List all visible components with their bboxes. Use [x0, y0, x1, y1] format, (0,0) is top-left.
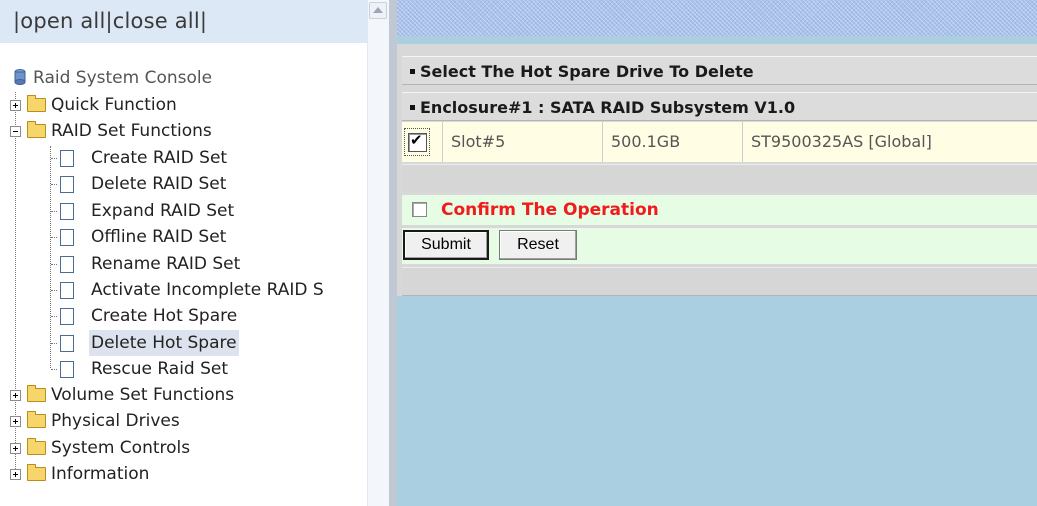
expand-icon[interactable]: [10, 469, 21, 480]
page-icon: [60, 229, 74, 246]
page-icon: [60, 256, 74, 273]
folder-icon: [27, 438, 46, 455]
tree-item-label: RAID Set Functions: [51, 121, 212, 141]
tree-item-label: Information: [51, 464, 150, 484]
tree-item-offline-raid-set[interactable]: Offline RAID Set: [0, 224, 365, 250]
footer-row: [402, 267, 1037, 296]
expand-icon[interactable]: [10, 390, 21, 401]
tree-item-label: System Controls: [51, 438, 191, 458]
raid-console-icon: [14, 69, 26, 85]
tree-item-delete-raid-set[interactable]: Delete RAID Set: [0, 171, 365, 197]
tree-item-label: Offline RAID Set: [91, 227, 227, 247]
tree-item-label: Expand RAID Set: [91, 201, 235, 221]
page-icon: [60, 176, 74, 193]
folder-icon: [27, 95, 46, 112]
section-header-select-drive: Select The Hot Spare Drive To Delete: [402, 56, 1037, 85]
page-icon: [60, 203, 74, 220]
tree-item-label: Volume Set Functions: [51, 385, 235, 405]
bullet-icon: [410, 105, 415, 110]
tree-scrollbar[interactable]: [367, 0, 390, 506]
section-header-enclosure: Enclosure#1 : SATA RAID Subsystem V1.0: [402, 92, 1037, 121]
page-icon: [60, 335, 74, 352]
bullet-icon: [410, 69, 415, 74]
page-icon: [60, 308, 74, 325]
tree-item-label: Activate Incomplete RAID S: [91, 280, 324, 300]
drive-slot: Slot#5: [442, 122, 602, 162]
enclosure-title: Enclosure#1 : SATA RAID Subsystem V1.0: [420, 98, 796, 117]
folder-icon: [27, 385, 46, 402]
confirm-label[interactable]: Confirm The Operation: [441, 200, 659, 220]
tree-item-information[interactable]: Information: [0, 461, 360, 487]
button-row: [402, 228, 1037, 264]
tree-item-label: Rescue Raid Set: [91, 359, 229, 379]
tree-item-raid-set-functions[interactable]: RAID Set Functions: [0, 118, 360, 144]
section-title: Select The Hot Spare Drive To Delete: [420, 62, 754, 81]
tree-item-label: Rename RAID Set: [91, 254, 241, 274]
page-icon: [60, 282, 74, 299]
tree-item-activate-incomplete-raid-set[interactable]: Activate Incomplete RAID S: [0, 277, 365, 303]
tree-item-delete-hot-spare[interactable]: Delete Hot Spare: [0, 330, 365, 356]
open-close-all-links[interactable]: |open all|close all|: [13, 9, 207, 33]
tree-item-label: Create RAID Set: [91, 148, 228, 168]
tree-item-quick-function[interactable]: Quick Function: [0, 92, 360, 118]
reset-button[interactable]: Reset: [499, 230, 577, 260]
tree-root-label: Raid System Console: [33, 68, 213, 88]
page-icon: [60, 150, 74, 167]
content-top-banner: [389, 0, 1037, 36]
frame-splitter[interactable]: [389, 0, 397, 506]
spacer-row: [402, 164, 1037, 192]
drive-capacity: 500.1GB: [602, 122, 742, 162]
expand-icon[interactable]: [10, 416, 21, 427]
tree-item-label: Create Hot Spare: [91, 306, 238, 326]
tree-item-create-raid-set[interactable]: Create RAID Set: [0, 145, 365, 171]
folder-icon: [27, 411, 46, 428]
tree-item-rescue-raid-set[interactable]: Rescue Raid Set: [0, 356, 365, 382]
open-folder-icon: [27, 121, 46, 138]
tree-item-volume-set-functions[interactable]: Volume Set Functions: [0, 382, 360, 408]
tree-item-expand-raid-set[interactable]: Expand RAID Set: [0, 198, 365, 224]
tree-item-label: Physical Drives: [51, 411, 180, 431]
drive-model: ST9500325AS [Global]: [742, 122, 1037, 162]
tree-item-label: Delete RAID Set: [91, 174, 227, 194]
tree-item-create-hot-spare[interactable]: Create Hot Spare: [0, 303, 365, 329]
tree-item-system-controls[interactable]: System Controls: [0, 435, 360, 461]
drive-row[interactable]: Slot#5 500.1GB ST9500325AS [Global]: [402, 122, 1037, 162]
expand-icon[interactable]: [10, 100, 21, 111]
collapse-icon[interactable]: [10, 126, 21, 137]
tree-item-rename-raid-set[interactable]: Rename RAID Set: [0, 251, 365, 277]
tree-toolbar: |open all|close all|: [0, 0, 367, 43]
tree-root[interactable]: Raid System Console: [33, 65, 212, 91]
tree-item-physical-drives[interactable]: Physical Drives: [0, 408, 360, 434]
tree-item-label-selected: Delete Hot Spare: [89, 330, 239, 356]
confirm-checkbox[interactable]: [412, 202, 427, 217]
scroll-up-arrow-icon[interactable]: [369, 2, 387, 19]
drive-select-checkbox[interactable]: [408, 131, 427, 152]
submit-button[interactable]: Submit: [403, 230, 489, 260]
folder-icon: [27, 464, 46, 481]
tree-item-label: Quick Function: [51, 95, 177, 115]
tree-frame: |open all|close all| Raid System Console…: [0, 0, 390, 506]
expand-icon[interactable]: [10, 443, 21, 454]
page-icon: [60, 361, 74, 378]
